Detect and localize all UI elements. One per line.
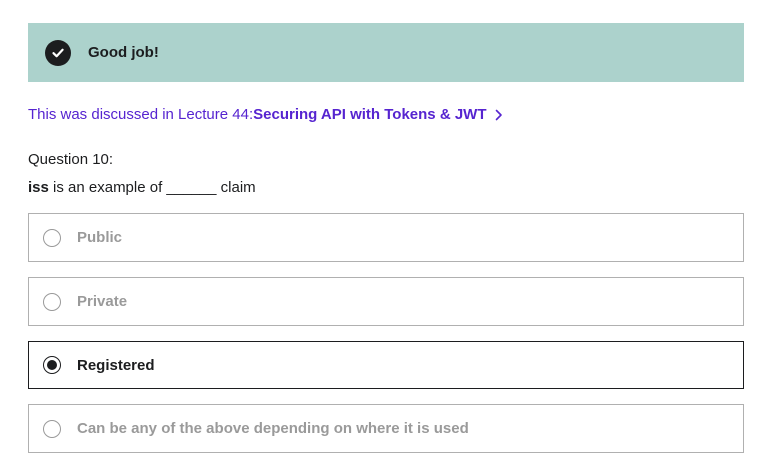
answer-option-public[interactable]: Public bbox=[28, 213, 744, 262]
lecture-title-link[interactable]: Securing API with Tokens & JWT bbox=[253, 106, 486, 123]
radio-button[interactable] bbox=[43, 419, 61, 438]
question-number: Question 10: bbox=[28, 151, 114, 168]
question-text-rest: is an example of ______ claim bbox=[48, 179, 256, 196]
radio-dot bbox=[47, 360, 57, 370]
answer-option-private[interactable]: Private bbox=[28, 277, 744, 326]
answer-option-label: Registered bbox=[77, 356, 155, 374]
lecture-reference[interactable]: This was discussed in Lecture 44: Securi… bbox=[28, 106, 503, 123]
question-term: iss bbox=[28, 179, 49, 196]
check-circle-icon bbox=[45, 39, 71, 66]
success-banner: Good job! bbox=[28, 23, 744, 82]
answer-option-label: Private bbox=[77, 293, 128, 310]
radio-button[interactable] bbox=[43, 292, 61, 311]
radio-button[interactable] bbox=[43, 228, 61, 247]
lecture-prefix: This was discussed in Lecture 44: bbox=[28, 106, 254, 123]
answer-option-any[interactable]: Can be any of the above depending on whe… bbox=[28, 404, 744, 453]
success-message: Good job! bbox=[88, 44, 159, 61]
question-text: iss is an example of ______ claim bbox=[28, 179, 256, 196]
chevron-right-icon[interactable] bbox=[495, 109, 503, 121]
answer-option-label: Can be any of the above depending on whe… bbox=[77, 420, 469, 437]
answer-option-registered[interactable]: Registered bbox=[28, 341, 744, 389]
quiz-result-page: Good job! This was discussed in Lecture … bbox=[0, 0, 774, 473]
answer-option-label: Public bbox=[77, 229, 123, 246]
radio-button-selected[interactable] bbox=[43, 356, 61, 374]
